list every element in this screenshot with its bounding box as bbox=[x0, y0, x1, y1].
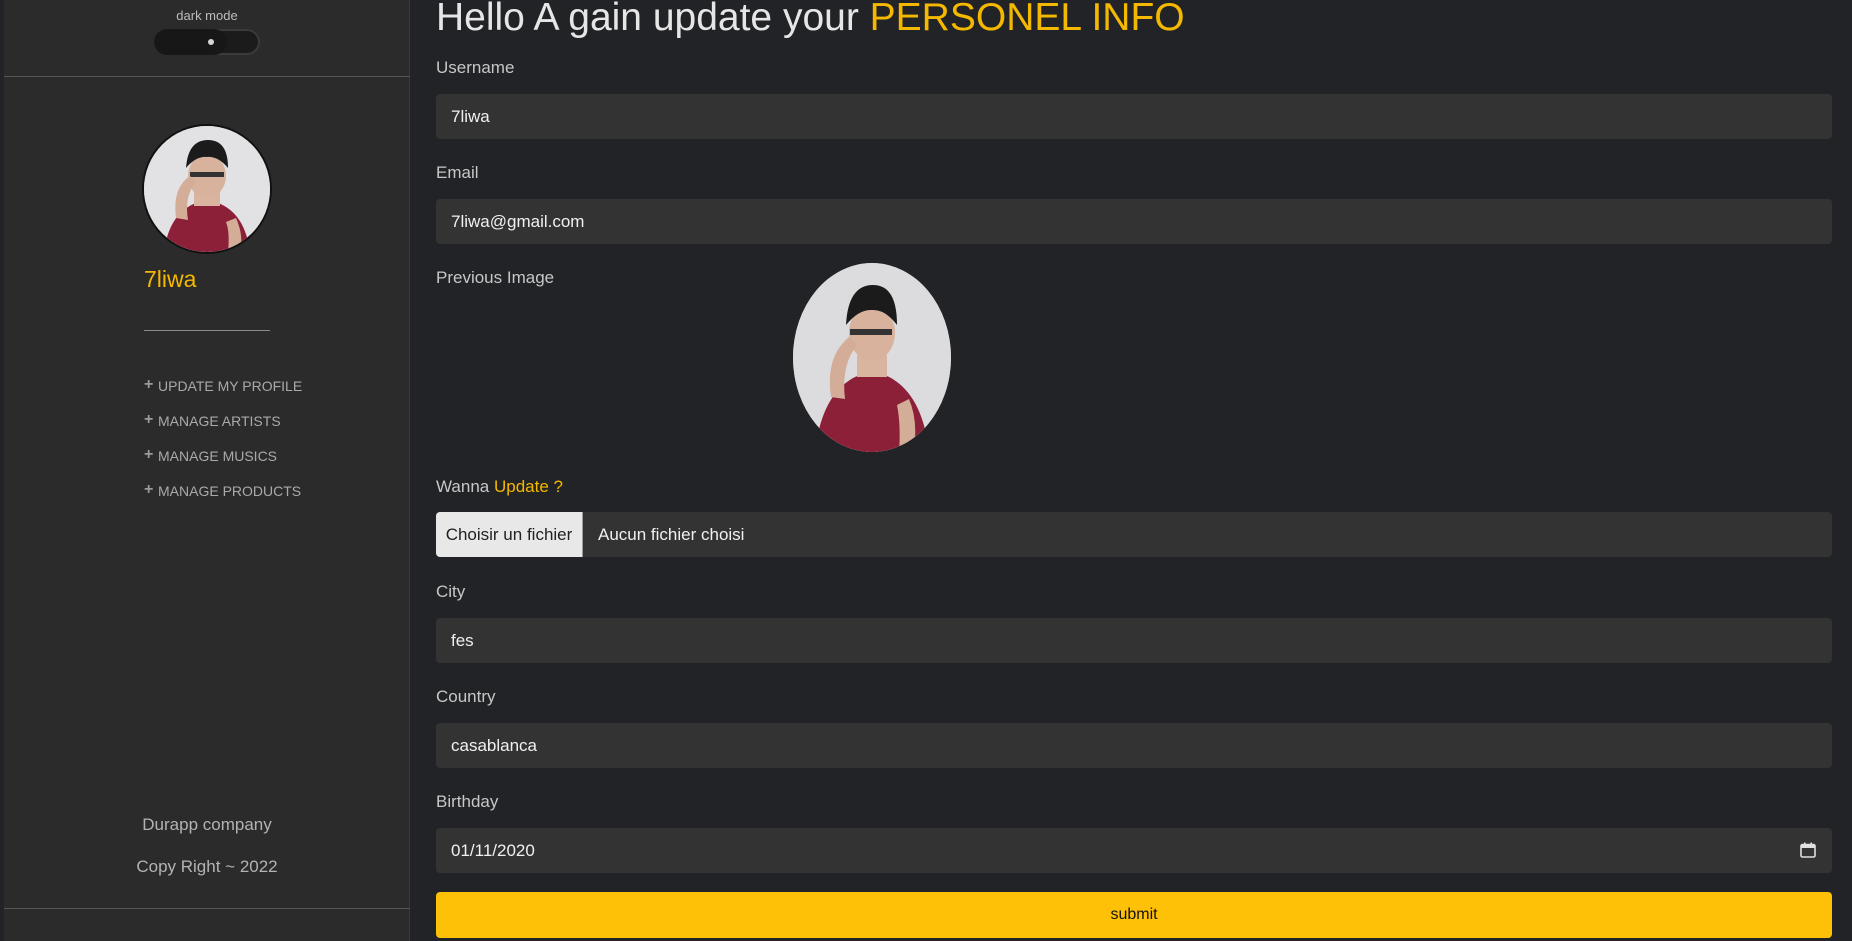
previous-image bbox=[793, 263, 951, 452]
city-field[interactable] bbox=[436, 618, 1832, 664]
country-label: Country bbox=[436, 687, 496, 706]
plus-icon: + bbox=[144, 481, 154, 498]
plus-icon: + bbox=[144, 446, 154, 463]
username-label: Username bbox=[436, 58, 515, 77]
sidebar-item-manage-products[interactable]: + MANAGE PRODUCTS bbox=[144, 481, 302, 518]
user-name: 7liwa bbox=[144, 266, 197, 292]
title-prefix: Hello A gain update your bbox=[436, 0, 870, 39]
toggle-knob bbox=[154, 29, 227, 55]
wanna-prefix: Wanna bbox=[436, 477, 494, 496]
email-input[interactable] bbox=[451, 199, 1817, 245]
username-input[interactable] bbox=[451, 94, 1817, 140]
footer-copyright: Copy Right ~ 2022 bbox=[136, 857, 278, 876]
city-input[interactable] bbox=[451, 618, 1817, 664]
dark-mode-toggle[interactable] bbox=[154, 29, 260, 55]
wanna-update-label: Wanna Update ? bbox=[436, 477, 563, 497]
plus-icon: + bbox=[144, 376, 154, 393]
page-title: Hello A gain update your PERSONEL INFO bbox=[436, 0, 1185, 40]
avatar bbox=[144, 126, 270, 252]
country-input[interactable] bbox=[451, 723, 1817, 769]
sidebar-item-manage-artists[interactable]: + MANAGE ARTISTS bbox=[144, 411, 302, 448]
birthday-input[interactable] bbox=[451, 828, 1817, 874]
sidebar-item-label: UPDATE MY PROFILE bbox=[158, 378, 303, 394]
sidebar-item-label: MANAGE MUSICS bbox=[158, 448, 278, 464]
calendar-icon[interactable] bbox=[1800, 842, 1816, 858]
toggle-dot bbox=[208, 39, 214, 45]
sidebar-item-label: MANAGE ARTISTS bbox=[158, 413, 281, 429]
email-label: Email bbox=[436, 163, 479, 182]
sidebar-menu: + UPDATE MY PROFILE + MANAGE ARTISTS + M… bbox=[144, 376, 303, 518]
birthday-field[interactable] bbox=[436, 828, 1832, 874]
sidebar-divider bbox=[4, 76, 410, 77]
choose-file-button[interactable]: Choisir un fichier bbox=[436, 512, 583, 557]
name-divider bbox=[144, 330, 270, 331]
sidebar: dark mode 7liwa + UPDATE MY PROFILE + MA… bbox=[4, 0, 410, 941]
country-field[interactable] bbox=[436, 723, 1832, 769]
city-label: City bbox=[436, 582, 466, 601]
profile-form: Hello A gain update your PERSONEL INFO U… bbox=[436, 0, 1832, 941]
email-field[interactable] bbox=[436, 199, 1832, 245]
previous-image-label: Previous Image bbox=[436, 268, 555, 287]
sidebar-item-manage-musics[interactable]: + MANAGE MUSICS bbox=[144, 446, 302, 483]
submit-button[interactable]: submit bbox=[436, 892, 1832, 938]
birthday-label: Birthday bbox=[436, 792, 499, 811]
sidebar-bottom-divider bbox=[4, 908, 410, 909]
file-status: Aucun fichier choisi bbox=[598, 525, 745, 544]
file-input[interactable]: Choisir un fichier Aucun fichier choisi bbox=[436, 512, 1832, 557]
username-field[interactable] bbox=[436, 94, 1832, 140]
sidebar-item-update-profile[interactable]: + UPDATE MY PROFILE bbox=[144, 376, 303, 413]
sidebar-item-label: MANAGE PRODUCTS bbox=[158, 483, 302, 499]
footer-company: Durapp company bbox=[142, 815, 272, 834]
plus-icon: + bbox=[144, 411, 154, 428]
title-accent: PERSONEL INFO bbox=[869, 0, 1185, 39]
dark-mode-label: dark mode bbox=[176, 8, 238, 23]
wanna-accent: Update ? bbox=[493, 477, 563, 496]
